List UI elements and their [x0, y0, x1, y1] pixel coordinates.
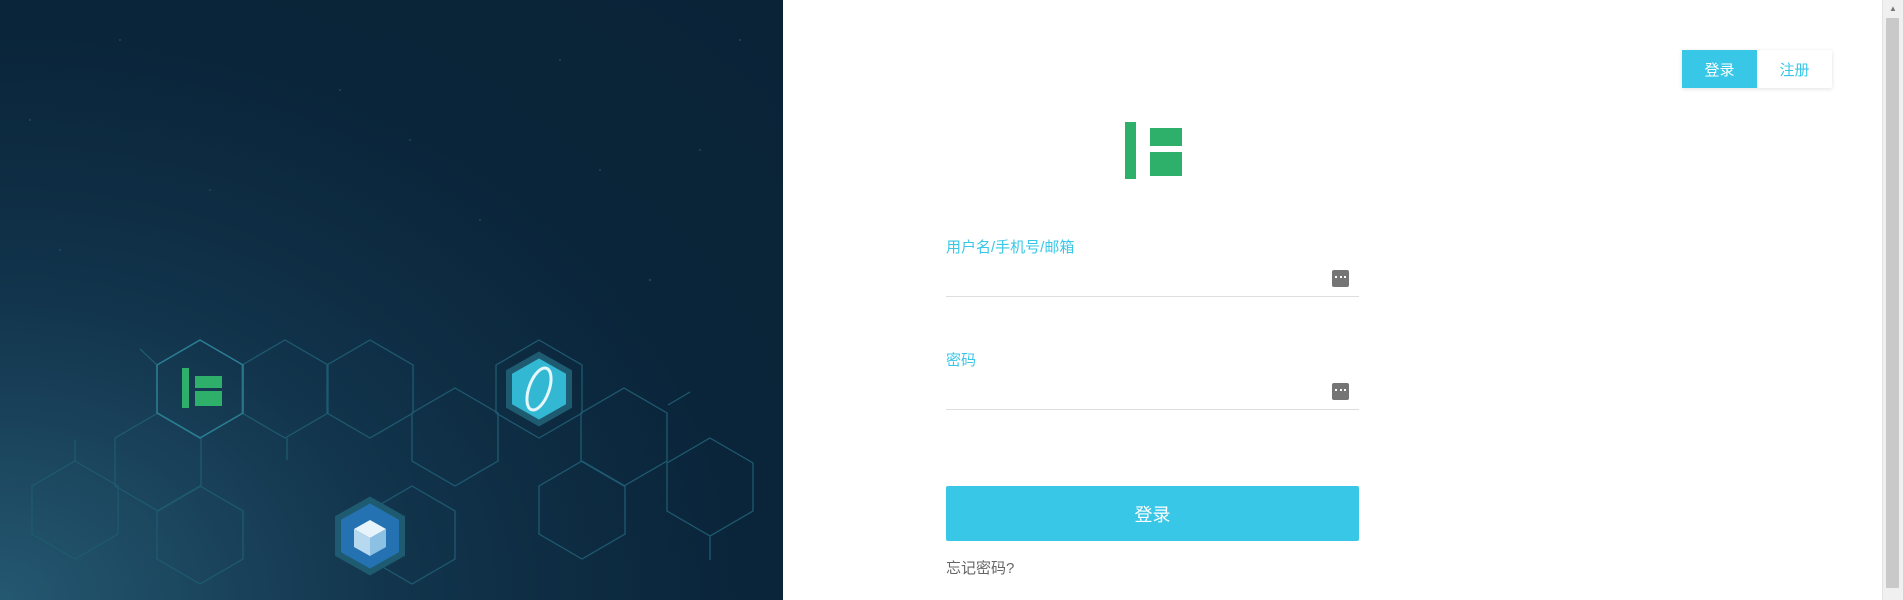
login-button[interactable]: 登录	[946, 486, 1359, 541]
password-input-row	[946, 379, 1359, 410]
cube-icon	[335, 496, 405, 576]
username-input[interactable]	[946, 266, 1316, 294]
hexagon-network-illustration	[0, 0, 783, 600]
tab-login[interactable]: 登录	[1682, 50, 1757, 88]
username-input-row	[946, 266, 1359, 297]
ring-icon	[506, 351, 572, 427]
auth-mode-tabs: 登录 注册	[1682, 50, 1832, 88]
username-field: 用户名/手机号/邮箱	[946, 238, 1359, 297]
password-label: 密码	[946, 352, 977, 369]
tab-register[interactable]: 注册	[1757, 50, 1832, 88]
scroll-up-arrow-icon[interactable]: ▲	[1883, 0, 1903, 16]
password-field: 密码	[946, 351, 1359, 410]
username-label: 用户名/手机号/邮箱	[946, 239, 1075, 256]
login-panel: 登录 注册 用户名/手机号/邮箱 密码 登录 忘记密码?	[783, 0, 1883, 600]
forgot-password-link[interactable]: 忘记密码?	[946, 557, 1014, 578]
key-icon[interactable]	[1332, 383, 1349, 400]
hero-background-panel	[0, 0, 783, 600]
vertical-scrollbar[interactable]: ▲	[1882, 0, 1903, 600]
green-bars-logo-icon	[1125, 122, 1182, 179]
key-icon[interactable]	[1332, 270, 1349, 287]
password-input[interactable]	[946, 379, 1316, 407]
scroll-thumb[interactable]	[1886, 18, 1899, 588]
